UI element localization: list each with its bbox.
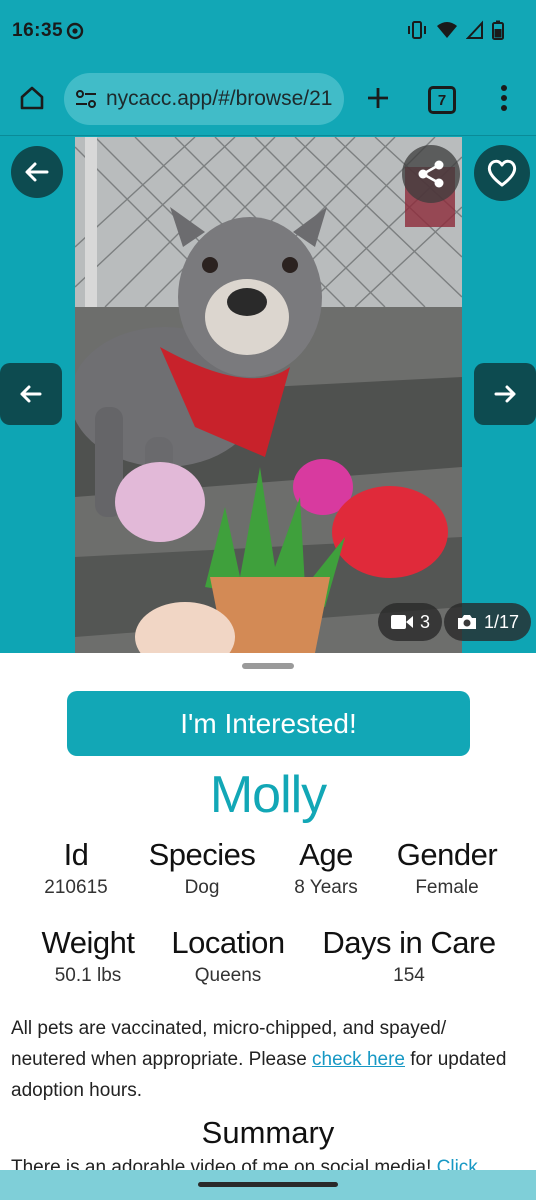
drag-handle[interactable]	[242, 663, 294, 669]
next-arrow-icon	[494, 385, 516, 403]
home-gesture-handle[interactable]	[198, 1182, 338, 1187]
pet-name: Molly	[209, 766, 327, 824]
fact-label: Age	[299, 837, 353, 872]
fact-label: Weight	[41, 925, 135, 960]
battery-icon	[492, 20, 504, 40]
new-tab-plus-icon	[368, 88, 388, 108]
fact-value: 210615	[44, 877, 108, 898]
back-arrow-icon	[25, 162, 49, 182]
browser-toolbar: nycacc.app/#/browse/21 7	[0, 64, 536, 136]
pet-photo[interactable]	[75, 137, 462, 653]
wifi-icon	[437, 22, 457, 38]
fact-value: 50.1 lbs	[54, 965, 122, 986]
fact-value: Queens	[194, 965, 262, 986]
video-count: 3	[420, 611, 431, 632]
new-tab-button[interactable]	[360, 80, 396, 116]
prev-arrow-icon	[20, 385, 42, 403]
share-button[interactable]	[402, 145, 460, 203]
fact-id: Id 210615	[20, 837, 132, 899]
home-button[interactable]	[14, 80, 50, 116]
pet-photo-illustration	[75, 137, 462, 653]
status-time: 16:35	[12, 20, 64, 41]
signal-icon	[466, 20, 483, 39]
url-text[interactable]: nycacc.app/#/browse/21	[106, 87, 332, 111]
summary-text: There is an adorable video of me on soci…	[11, 1157, 536, 1170]
share-icon	[418, 160, 444, 188]
fact-label: Location	[171, 925, 285, 960]
summary-heading: Summary	[201, 1115, 335, 1150]
fact-days-in-care: Days in Care 154	[316, 925, 502, 987]
fact-gender: Gender Female	[388, 837, 506, 899]
pet-details-sheet[interactable]: I'm Interested! Molly Id 210615 Species …	[0, 653, 536, 1170]
fact-value: Female	[415, 877, 479, 898]
summary-click-link[interactable]: Click	[437, 1157, 478, 1170]
summary-body: There is an adorable video of me on soci…	[11, 1157, 437, 1170]
camera-icon	[458, 615, 476, 629]
fact-weight: Weight 50.1 lbs	[30, 925, 146, 987]
check-here-link[interactable]: check here	[312, 1049, 405, 1070]
fact-species: Species Dog	[140, 837, 264, 899]
system-nav-bar	[0, 1170, 536, 1200]
photo-position: 1/17	[484, 611, 520, 632]
more-menu-icon[interactable]	[490, 80, 518, 116]
fact-label: Days in Care	[322, 925, 496, 960]
interested-button[interactable]: I'm Interested!	[67, 691, 470, 756]
photo-position-badge[interactable]: 1/17	[444, 603, 532, 641]
fact-value: 8 Years	[294, 877, 358, 898]
fact-value: 154	[393, 965, 425, 986]
previous-photo-button[interactable]	[0, 363, 62, 425]
status-icons	[406, 20, 504, 40]
fact-label: Gender	[396, 837, 498, 872]
tabs-icon[interactable]: 7	[428, 86, 456, 114]
heart-icon	[487, 159, 517, 187]
fact-label: Id	[63, 837, 89, 872]
adoption-notice: All pets are vaccinated, micro-chipped, …	[11, 1013, 521, 1106]
next-photo-button[interactable]	[474, 363, 536, 425]
home-icon	[20, 86, 44, 110]
vibrate-icon	[408, 21, 426, 39]
site-settings-icon[interactable]	[74, 87, 98, 111]
fact-value: Dog	[184, 877, 220, 898]
fact-label: Species	[148, 837, 256, 872]
video-camera-icon	[391, 615, 413, 629]
status-bar: 16:35	[0, 0, 536, 64]
back-button[interactable]	[11, 146, 63, 198]
fact-location: Location Queens	[160, 925, 296, 987]
address-bar[interactable]: nycacc.app/#/browse/21	[64, 73, 344, 125]
chrome-status-icon	[66, 22, 84, 40]
tab-count: 7	[437, 91, 447, 109]
fact-age: Age 8 Years	[276, 837, 376, 899]
favorite-button[interactable]	[474, 145, 530, 201]
photo-gallery: 3 1/17	[0, 137, 536, 653]
video-count-badge[interactable]: 3	[378, 603, 443, 641]
